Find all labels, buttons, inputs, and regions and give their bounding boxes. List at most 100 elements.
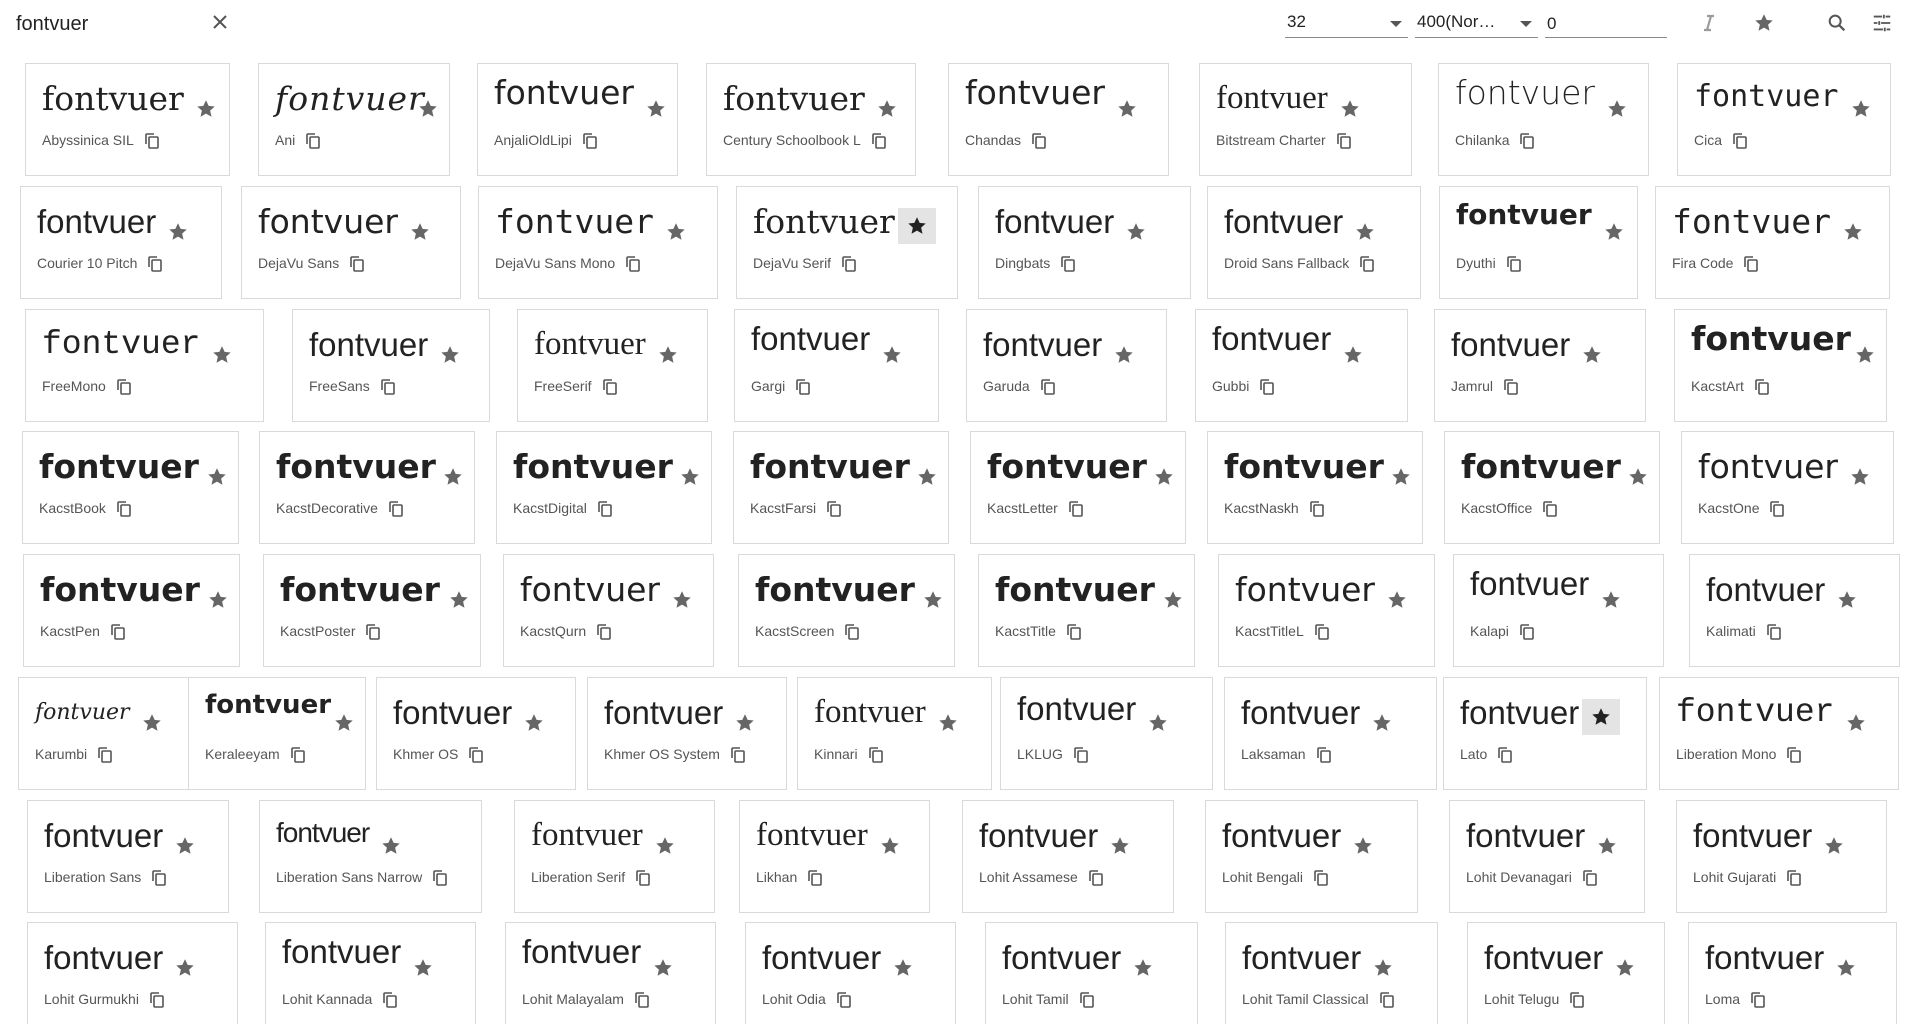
favorite-star-button[interactable] — [871, 828, 909, 864]
favorite-star-button[interactable] — [1588, 828, 1626, 864]
copy-font-name-button[interactable] — [381, 991, 399, 1009]
favorite-star-button[interactable] — [726, 705, 764, 741]
font-card[interactable]: fontvuer LKLUG — [1000, 677, 1213, 790]
font-card[interactable]: fontvuer Gargi — [734, 309, 939, 422]
favorite-star-button[interactable] — [1378, 582, 1416, 618]
favorite-star-button[interactable] — [199, 582, 237, 618]
favorite-star-button[interactable] — [914, 582, 952, 618]
copy-font-name-button[interactable] — [1335, 132, 1353, 150]
font-card[interactable]: fontvuer Lohit Odia — [745, 922, 956, 1024]
favorite-star-button[interactable] — [1834, 214, 1872, 250]
copy-font-name-button[interactable] — [1518, 623, 1536, 641]
favorite-star-button[interactable] — [1598, 91, 1636, 127]
font-card[interactable]: fontvuer Garuda — [966, 309, 1167, 422]
font-card[interactable]: fontvuer AnjaliOldLipi — [477, 63, 678, 176]
font-card[interactable]: fontvuer Droid Sans Fallback — [1207, 186, 1421, 299]
favorite-star-button[interactable] — [1363, 705, 1401, 741]
copy-font-name-button[interactable] — [1312, 869, 1330, 887]
font-card[interactable]: fontvuer Laksaman — [1224, 677, 1437, 790]
copy-font-name-button[interactable] — [1067, 500, 1085, 518]
favorite-star-button[interactable] — [663, 582, 701, 618]
font-card[interactable]: fontvuer Lohit Telugu — [1467, 922, 1665, 1024]
font-card[interactable]: fontvuer Gubbi — [1195, 309, 1408, 422]
copy-font-name-button[interactable] — [1072, 746, 1090, 764]
copy-font-name-button[interactable] — [633, 991, 651, 1009]
font-card[interactable]: fontvuer Kinnari — [797, 677, 992, 790]
copy-font-name-button[interactable] — [840, 255, 858, 273]
favorite-star-button[interactable] — [325, 705, 363, 741]
font-card[interactable]: fontvuer KacstDecorative — [259, 431, 475, 544]
copy-font-name-button[interactable] — [1087, 869, 1105, 887]
copy-font-name-button[interactable] — [1768, 500, 1786, 518]
copy-font-name-button[interactable] — [348, 255, 366, 273]
copy-font-name-button[interactable] — [1030, 132, 1048, 150]
favorite-star-button[interactable] — [1346, 214, 1384, 250]
font-card[interactable]: fontvuer Liberation Serif — [514, 800, 715, 913]
font-card[interactable]: fontvuer Likhan — [739, 800, 930, 913]
copy-font-name-button[interactable] — [1078, 991, 1096, 1009]
favorite-star-button[interactable] — [440, 582, 478, 618]
favorite-star-button[interactable] — [1124, 950, 1162, 986]
favorite-star-button[interactable] — [166, 828, 204, 864]
font-card[interactable]: fontvuer Abyssinica SIL — [25, 63, 230, 176]
copy-font-name-button[interactable] — [289, 746, 307, 764]
font-card[interactable]: fontvuer KacstScreen — [738, 554, 955, 667]
font-card[interactable]: fontvuer KacstNaskh — [1207, 431, 1423, 544]
font-card[interactable]: fontvuer Liberation Sans — [27, 800, 229, 913]
favorite-star-button[interactable] — [401, 214, 439, 250]
font-card[interactable]: fontvuer Lohit Tamil Classical — [1225, 922, 1438, 1024]
font-card[interactable]: fontvuer Chandas — [948, 63, 1169, 176]
font-card[interactable]: fontvuer Keraleeyam — [188, 677, 366, 790]
copy-font-name-button[interactable] — [1785, 869, 1803, 887]
favorite-star-button[interactable] — [515, 705, 553, 741]
font-card[interactable]: fontvuer Loma — [1688, 922, 1897, 1024]
copy-font-name-button[interactable] — [379, 378, 397, 396]
copy-font-name-button[interactable] — [1378, 991, 1396, 1009]
copy-font-name-button[interactable] — [1518, 132, 1536, 150]
favorite-star-button[interactable] — [1595, 214, 1633, 250]
copy-font-name-button[interactable] — [1505, 255, 1523, 273]
favorite-star-button[interactable] — [1344, 828, 1382, 864]
font-card[interactable]: fontvuer Dingbats — [978, 186, 1191, 299]
font-card[interactable]: fontvuer Cica — [1677, 63, 1891, 176]
favorite-star-button[interactable] — [159, 214, 197, 250]
favorite-star-button[interactable] — [404, 950, 442, 986]
copy-font-name-button[interactable] — [1358, 255, 1376, 273]
font-card[interactable]: fontvuer KacstTitle — [978, 554, 1195, 667]
copy-font-name-button[interactable] — [870, 132, 888, 150]
favorite-star-button[interactable] — [409, 91, 447, 127]
font-card[interactable]: fontvuer KacstArt — [1674, 309, 1887, 422]
copy-font-name-button[interactable] — [431, 869, 449, 887]
favorite-star-button[interactable] — [1592, 582, 1630, 618]
font-card[interactable]: fontvuer KacstDigital — [496, 431, 712, 544]
favorite-star-button[interactable] — [1364, 950, 1402, 986]
favorite-star-button[interactable] — [1101, 828, 1139, 864]
copy-font-name-button[interactable] — [109, 623, 127, 641]
favorite-star-button[interactable] — [908, 459, 946, 495]
copy-font-name-button[interactable] — [1039, 378, 1057, 396]
copy-font-name-button[interactable] — [467, 746, 485, 764]
favorite-star-button[interactable] — [198, 459, 236, 495]
copy-font-name-button[interactable] — [304, 132, 322, 150]
favorite-star-button[interactable] — [1582, 699, 1621, 735]
copy-font-name-button[interactable] — [1785, 746, 1803, 764]
copy-font-name-button[interactable] — [115, 500, 133, 518]
copy-font-name-button[interactable] — [1581, 869, 1599, 887]
favorite-star-button[interactable] — [1837, 705, 1875, 741]
favorite-star-button[interactable] — [1145, 459, 1183, 495]
copy-font-name-button[interactable] — [364, 623, 382, 641]
font-card[interactable]: fontvuer KacstOffice — [1444, 431, 1660, 544]
favorite-star-button[interactable] — [1573, 337, 1611, 373]
favorite-star-button[interactable] — [1382, 459, 1420, 495]
favorite-star-button[interactable] — [1117, 214, 1155, 250]
font-card[interactable]: fontvuer Bitstream Charter — [1199, 63, 1412, 176]
copy-font-name-button[interactable] — [1749, 991, 1767, 1009]
copy-font-name-button[interactable] — [1065, 623, 1083, 641]
favorite-star-button[interactable] — [897, 208, 936, 244]
favorite-star-button[interactable] — [1334, 337, 1372, 373]
favorite-star-button[interactable] — [644, 950, 682, 986]
font-card[interactable]: fontvuer Lohit Kannada — [265, 922, 476, 1024]
favorite-star-button[interactable] — [431, 337, 469, 373]
copy-font-name-button[interactable] — [1541, 500, 1559, 518]
favorite-star-button[interactable] — [1108, 91, 1146, 127]
